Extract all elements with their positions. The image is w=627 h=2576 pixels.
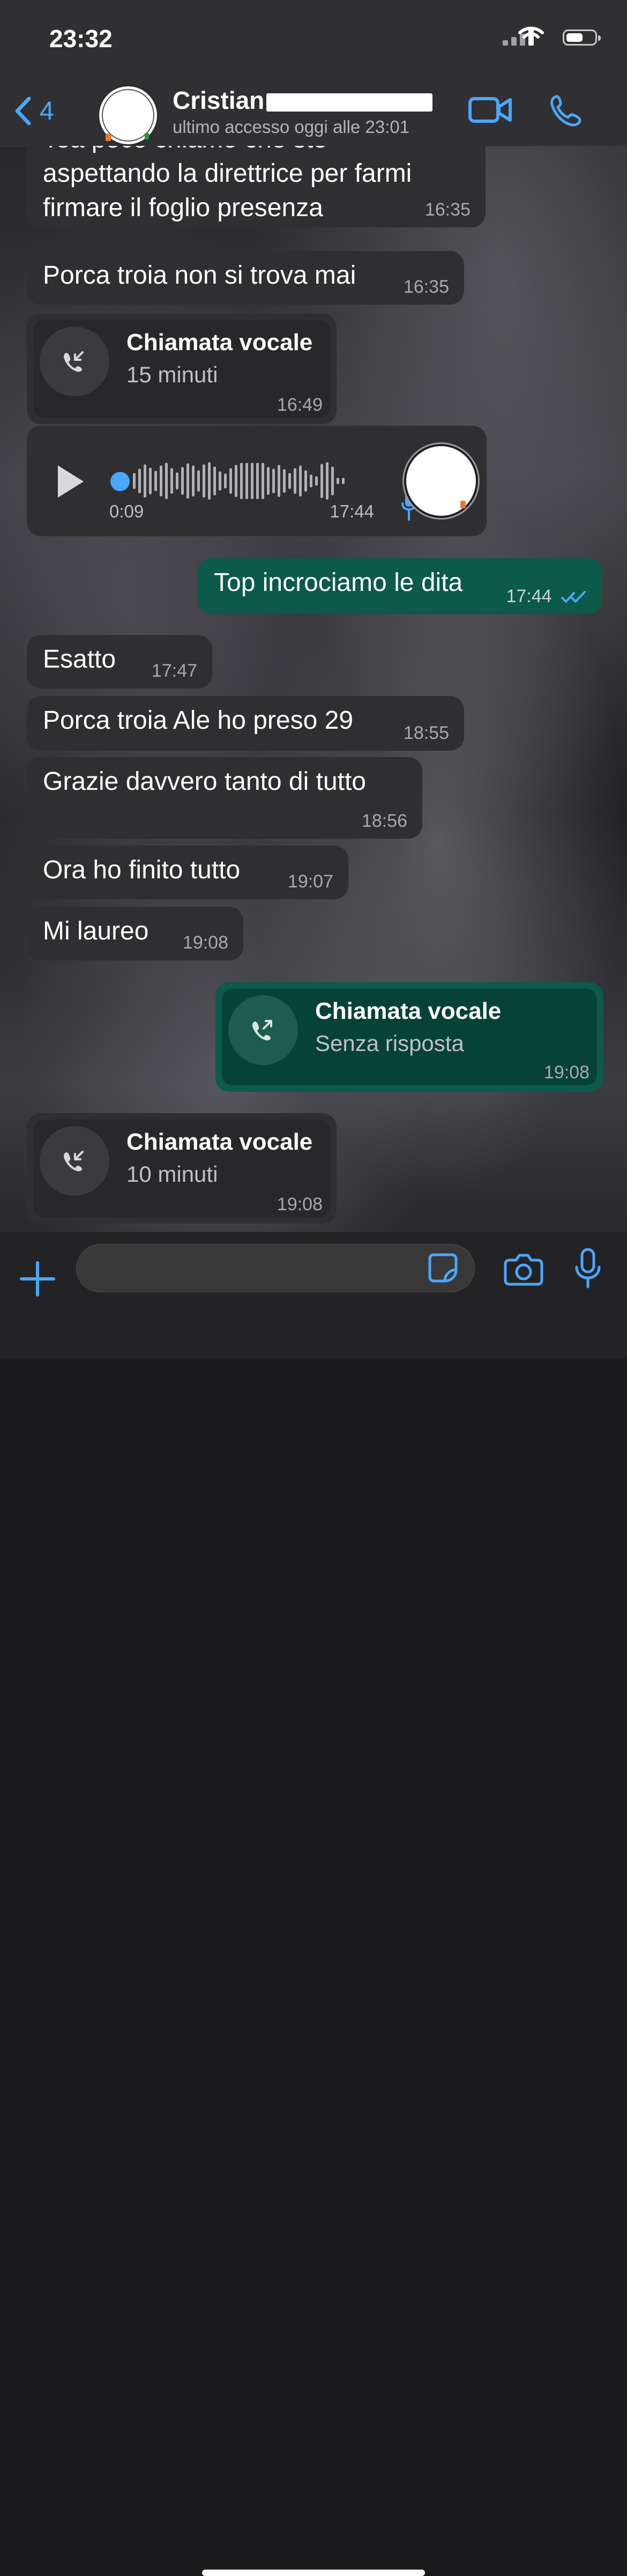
call-duration: 10 minuti <box>126 1161 218 1187</box>
message-text: Ora ho finito tutto <box>43 856 241 884</box>
voice-call-message[interactable]: Chiamata vocale 10 minuti 19:08 <box>27 1113 337 1224</box>
chat-header: 4 Cristian ultimo accesso oggi alle 23:0… <box>0 80 627 146</box>
message-time: 19:07 <box>287 871 333 892</box>
message-text: Mi laureo <box>43 917 149 945</box>
message-time: 16:35 <box>403 277 449 297</box>
message-text: Grazie davvero tanto di tutto <box>43 767 366 796</box>
home-indicator <box>202 2570 425 2576</box>
incoming-call-icon <box>40 1126 109 1196</box>
message-text: Porca troia non si trova mai <box>43 261 356 290</box>
message-text: Esatto <box>43 645 116 673</box>
call-title: Chiamata vocale <box>315 998 502 1024</box>
incoming-message[interactable]: Tea poco chiamo che sto aspettando la di… <box>27 146 486 227</box>
chevron-left-icon <box>15 97 31 125</box>
incoming-message[interactable]: Grazie davvero tanto di tutto 18:56 <box>27 757 422 839</box>
waveform[interactable] <box>133 457 345 505</box>
message-text: Top incrociamo le dita <box>214 568 463 597</box>
message-time: 17:44 <box>330 501 374 521</box>
call-duration: 15 minuti <box>126 362 218 387</box>
incoming-message[interactable]: Ora ho finito tutto 19:07 <box>27 846 348 899</box>
camera-icon[interactable] <box>504 1250 543 1287</box>
voice-call-message[interactable]: Chiamata vocale 15 minuti 16:49 <box>27 314 337 424</box>
message-time: 19:08 <box>543 1062 589 1083</box>
message-text: Porca troia Ale ho preso 29 <box>43 706 354 735</box>
incoming-message[interactable]: Porca troia Ale ho preso 29 18:55 <box>27 696 464 751</box>
incoming-message[interactable]: Mi laureo 19:08 <box>27 907 243 960</box>
message-time: 19:08 <box>182 932 228 953</box>
sender-avatar[interactable] <box>406 446 476 516</box>
call-title: Chiamata vocale <box>126 1129 313 1155</box>
status-time: 23:32 <box>49 25 113 53</box>
message-time: 16:49 <box>277 395 323 415</box>
call-status: Senza risposta <box>315 1031 464 1056</box>
microphone-icon[interactable] <box>573 1247 602 1289</box>
message-time: 19:08 <box>277 1194 323 1215</box>
phone-icon[interactable] <box>549 93 582 128</box>
playback-position-handle[interactable] <box>110 472 130 491</box>
back-count: 4 <box>40 97 54 125</box>
message-list[interactable]: Tea poco chiamo che sto aspettando la di… <box>0 146 627 1232</box>
outgoing-message[interactable]: Top incrociamo le dita 17:44 <box>198 558 602 614</box>
voice-message[interactable]: 0:09 17:44 <box>27 426 487 536</box>
voice-call-message[interactable]: Chiamata vocale Senza risposta 19:08 <box>215 982 603 1092</box>
contact-info[interactable]: Cristian ultimo accesso oggi alle 23:01 <box>173 86 451 137</box>
contact-avatar[interactable] <box>98 85 159 146</box>
redacted-name-part <box>266 93 433 112</box>
outgoing-call-icon <box>228 995 298 1065</box>
last-seen-text: ultimo accesso oggi alle 23:01 <box>173 117 410 137</box>
message-text: firmare il foglio presenza <box>43 194 323 222</box>
incoming-message[interactable]: Porca troia non si trova mai 16:35 <box>27 251 464 305</box>
message-line: aspettando la direttrice per farmi <box>43 159 412 188</box>
incoming-message[interactable]: Esatto 17:47 <box>27 635 212 689</box>
wifi-icon <box>518 26 544 43</box>
video-camera-icon[interactable] <box>468 93 512 128</box>
contact-name: Cristian <box>173 86 451 115</box>
double-check-icon <box>561 591 586 603</box>
message-time: 16:35 <box>424 199 471 220</box>
call-title: Chiamata vocale <box>126 329 313 356</box>
voice-duration: 0:09 <box>109 501 144 521</box>
back-button[interactable]: 4 <box>13 95 54 127</box>
status-bar: 23:32 <box>0 0 627 80</box>
message-time: 18:55 <box>403 723 449 743</box>
message-meta: 17:44 <box>506 583 587 610</box>
message-time: 18:56 <box>361 811 407 831</box>
plus-icon[interactable] <box>19 1261 56 1297</box>
message-time: 17:47 <box>151 661 197 681</box>
sticker-icon[interactable] <box>427 1252 458 1283</box>
battery-icon <box>563 29 601 46</box>
message-input[interactable] <box>76 1244 475 1292</box>
incoming-call-icon <box>40 327 109 396</box>
message-composer <box>0 1232 627 2576</box>
play-icon[interactable] <box>58 465 84 498</box>
